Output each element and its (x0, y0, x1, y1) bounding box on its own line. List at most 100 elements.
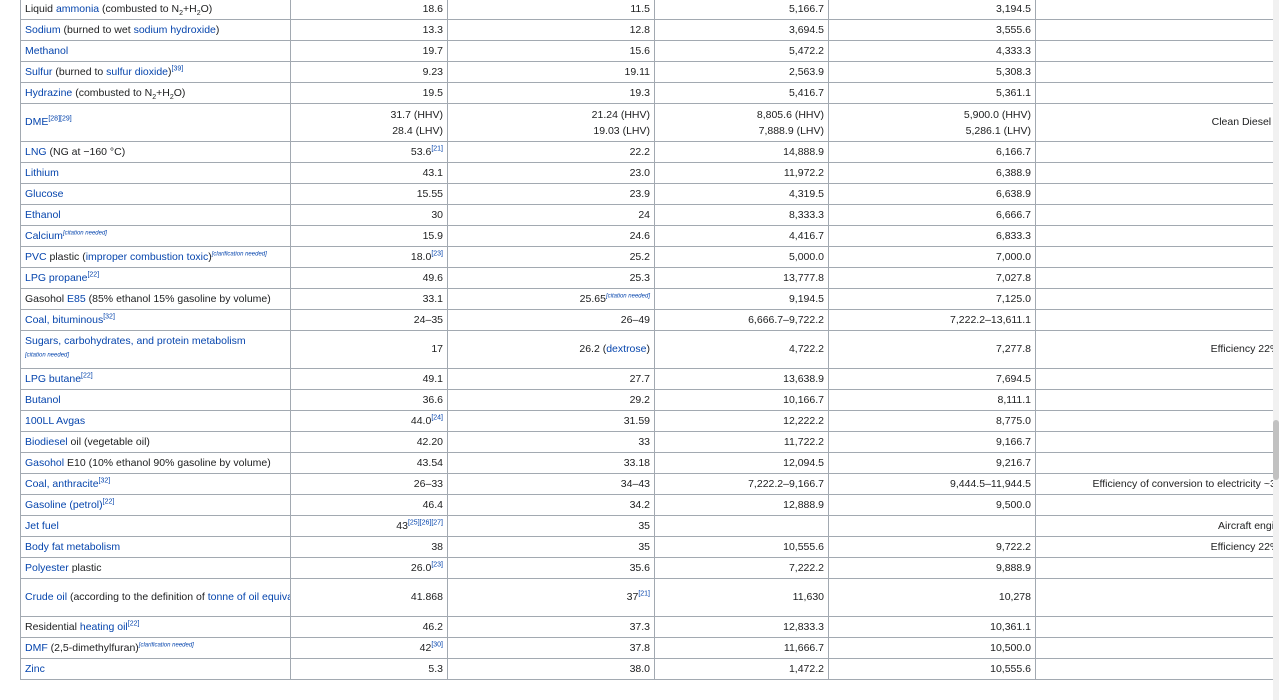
value-text: 26.0 (410, 561, 432, 574)
fuel-link[interactable]: Sugars, carbohydrates, and protein metab… (25, 335, 246, 347)
value-text: 35 (638, 519, 650, 532)
fuel-link[interactable]: sodium hydroxide (134, 24, 216, 36)
fuel-link[interactable]: DME (25, 116, 48, 128)
fuel-link[interactable]: DMF (25, 642, 48, 654)
fuel-link[interactable]: Calcium (25, 230, 63, 242)
note-text: Clean Diesel fuel (1211, 116, 1279, 128)
value-cell-c2: 22.2 (447, 141, 655, 163)
fuel-link[interactable]: Sulfur (25, 66, 52, 78)
fuel-link[interactable]: Sodium (25, 24, 61, 36)
value-text: 37 (626, 591, 639, 603)
fuel-link[interactable]: heating oil (80, 621, 128, 633)
fuel-link[interactable]: Coal, bituminous (25, 314, 103, 326)
value-text: 19.5 (422, 86, 443, 99)
fuel-link[interactable]: Hydrazine (25, 87, 72, 99)
value-text: 11,666.7 (783, 641, 824, 654)
reference-link[interactable]: [21] (638, 591, 650, 598)
fuel-name-cell: DMF (2,5-dimethylfuran)[clarification ne… (20, 637, 291, 659)
fuel-link[interactable]: LNG (25, 146, 47, 158)
value-cell-c3: 5,166.7 (654, 0, 829, 20)
fuel-link[interactable]: Coal, anthracite (25, 478, 99, 490)
citation-needed-link[interactable]: [clarification needed] (212, 251, 267, 257)
reference-link[interactable]: [21] (431, 145, 443, 152)
reference-link[interactable]: [32] (99, 477, 111, 484)
reference-link[interactable]: [30] (431, 641, 443, 648)
fuel-name-cell: Crude oil (according to the definition o… (20, 578, 291, 617)
fuel-link[interactable]: Polyester (25, 562, 69, 574)
fuel-text: plastic ( (46, 250, 86, 263)
value-text: 9,888.9 (995, 561, 1031, 574)
fuel-link[interactable]: Jet fuel (25, 520, 59, 532)
value-text: 5,286.1 (LHV) (965, 124, 1031, 137)
fuel-link[interactable]: Gasoline (petrol) (25, 499, 103, 511)
vertical-scrollbar[interactable] (1273, 0, 1279, 700)
value-text: 9,216.7 (995, 456, 1031, 469)
value-cell-c4: 6,666.7 (828, 204, 1036, 226)
value-text: 23.9 (629, 187, 650, 200)
fuel-link[interactable]: ammonia (56, 3, 99, 15)
fuel-name-cell: 100LL Avgas (20, 410, 291, 432)
fuel-text: O) (173, 86, 186, 99)
fuel-link[interactable]: improper combustion toxic (86, 251, 209, 263)
fuel-link[interactable]: Crude oil (25, 591, 67, 603)
value-cell-c1: 49.6 (290, 267, 448, 289)
reference-link[interactable]: [23] (431, 561, 443, 568)
fuel-link[interactable]: Gasohol (25, 457, 64, 469)
reference-link[interactable]: [32] (103, 313, 115, 320)
fuel-link[interactable]: Zinc (25, 663, 45, 675)
reference-link[interactable]: [22] (81, 372, 93, 379)
notes-cell (1035, 368, 1279, 390)
value-cell-c1: 49.1 (290, 368, 448, 390)
reference-link[interactable]: [24] (431, 414, 443, 421)
value-cell-c3: 5,472.2 (654, 40, 829, 62)
fuel-link[interactable]: E85 (67, 293, 86, 305)
fuel-link[interactable]: Glucose (25, 188, 64, 200)
value-text: 43 (396, 519, 408, 532)
notes-cell (1035, 410, 1279, 432)
value-text: 28.4 (LHV) (392, 124, 443, 137)
reference-link[interactable]: [25][26][27] (408, 519, 443, 526)
fuel-name-cell: Gasoline (petrol)[22] (20, 494, 291, 516)
fuel-link[interactable]: Body fat metabolism (25, 541, 120, 553)
value-text: 7,027.8 (995, 271, 1031, 284)
value-text: 43.1 (422, 166, 443, 179)
dextrose-link[interactable]: dextrose (606, 343, 646, 355)
value-text: 4,319.5 (788, 187, 824, 200)
citation-needed-link[interactable]: [citation needed] (25, 352, 69, 358)
fuel-link[interactable]: LPG butane (25, 373, 81, 385)
table-row: Gasoline (petrol)[22] 46.4 34.2 12,888.9 9,5… (20, 494, 1279, 516)
citation-needed-link[interactable]: [clarification needed] (139, 642, 194, 648)
fuel-link[interactable]: sulfur dioxide (106, 66, 168, 78)
fuel-link[interactable]: Butanol (25, 394, 61, 406)
value-text: 22.2 (629, 145, 650, 158)
fuel-link[interactable]: PVC (25, 251, 47, 263)
value-text: 5,416.7 (788, 86, 824, 99)
value-cell-c4: 8,111.1 (828, 389, 1036, 411)
fuel-link[interactable]: 100LL Avgas (25, 415, 85, 427)
fuel-link[interactable]: Biodiesel (25, 436, 68, 448)
reference-link[interactable]: [23] (431, 250, 443, 257)
fuel-link[interactable]: tonne of oil equivalent (208, 591, 290, 603)
table-row: Polyester plastic 26.0[23] 35.6 7,222.2 9,88… (20, 557, 1279, 579)
fuel-link[interactable]: Lithium (25, 167, 59, 179)
reference-link[interactable]: [22] (103, 498, 115, 505)
value-cell-c2: 38.0 (447, 658, 655, 680)
notes-cell (1035, 204, 1279, 226)
value-cell-c2: 33 (447, 431, 655, 453)
reference-link[interactable]: [39] (172, 65, 184, 72)
value-text: 34–43 (620, 477, 650, 490)
fuel-link[interactable]: LPG propane (25, 272, 87, 284)
reference-link[interactable]: [28][29] (48, 116, 71, 123)
value-cell-c3: 4,722.2 (654, 330, 829, 369)
table-row: Lithium 43.1 23.0 11,972.2 6,388.9 (20, 162, 1279, 184)
reference-link[interactable]: [22] (87, 271, 99, 278)
value-cell-c4: 8,775.0 (828, 410, 1036, 432)
scrollbar-thumb[interactable] (1273, 420, 1279, 480)
reference-link[interactable]: [22] (128, 620, 140, 627)
value-text: 12,094.5 (783, 456, 824, 469)
citation-needed-link[interactable]: [citation needed] (63, 230, 107, 236)
fuel-link[interactable]: Ethanol (25, 209, 61, 221)
fuel-link[interactable]: Methanol (25, 45, 68, 57)
citation-needed-link[interactable]: [citation needed] (606, 293, 650, 299)
value-text: 5,308.3 (995, 65, 1031, 78)
